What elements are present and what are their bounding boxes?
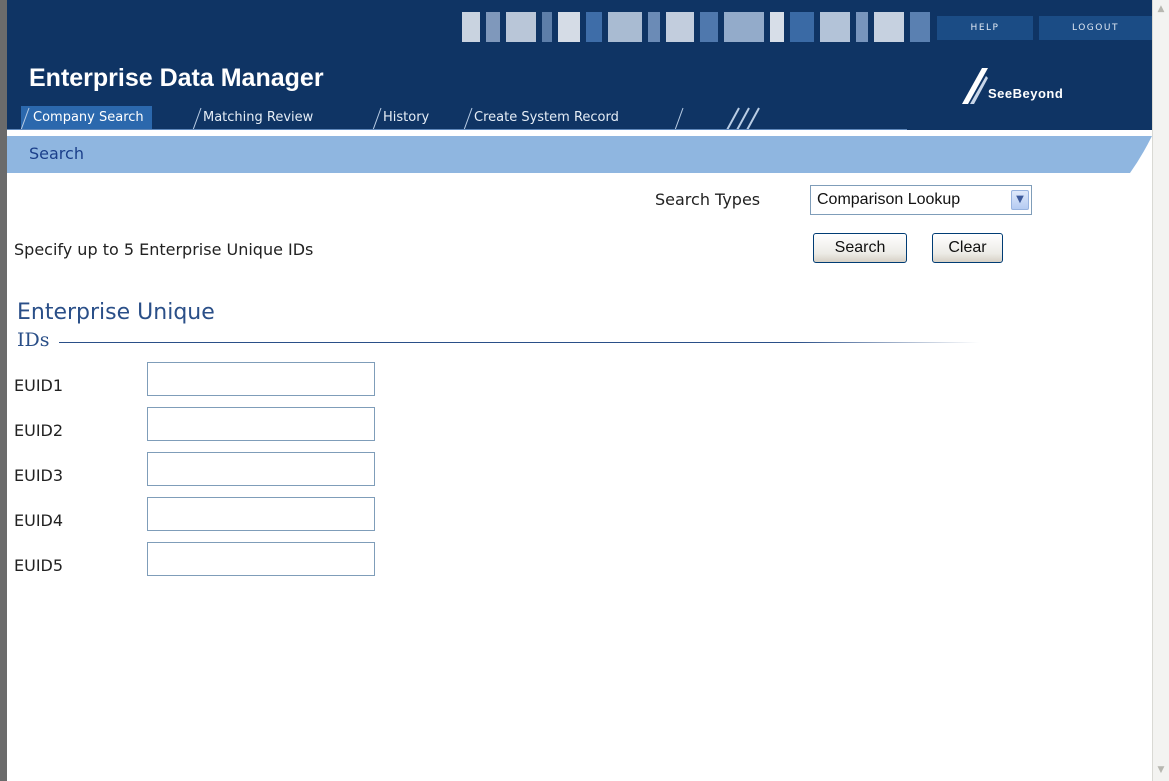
- search-types-label: Search Types: [655, 190, 761, 209]
- main-tabs: Company Search Matching Review History C…: [7, 106, 907, 130]
- seebeyond-logo: SeeBeyond: [960, 66, 1150, 106]
- scroll-up-icon[interactable]: ▲: [1155, 2, 1167, 16]
- search-types-select[interactable]: Comparison Lookup ▼: [810, 185, 1032, 215]
- help-link[interactable]: HELP: [937, 16, 1033, 40]
- tab-matching-review[interactable]: Matching Review: [203, 106, 313, 130]
- page-viewport: HELP LOGOUT Enterprise Data Manager SeeB…: [7, 0, 1152, 781]
- search-button[interactable]: Search: [813, 233, 907, 263]
- tab-company-search[interactable]: Company Search: [21, 106, 152, 130]
- euid5-label: EUID5: [14, 556, 64, 575]
- section-bar: Search: [7, 136, 1152, 173]
- logo-wordmark: SeeBeyond: [988, 86, 1064, 101]
- section-bar-title: Search: [29, 144, 84, 163]
- euid3-label: EUID3: [14, 466, 64, 485]
- euid5-field[interactable]: [147, 542, 375, 576]
- browser-frame: HELP LOGOUT Enterprise Data Manager SeeB…: [0, 0, 1169, 781]
- search-instruction: Specify up to 5 Enterprise Unique IDs: [14, 240, 314, 259]
- euid2-label: EUID2: [14, 421, 64, 440]
- logo-swoosh-icon: [962, 68, 988, 104]
- tab-history[interactable]: History: [383, 106, 429, 130]
- section-divider: [59, 342, 979, 343]
- decorative-stripes: [462, 12, 962, 42]
- euid3-field[interactable]: [147, 452, 375, 486]
- section-title-continued: IDs: [17, 329, 50, 351]
- logout-link[interactable]: LOGOUT: [1039, 16, 1152, 40]
- section-title: Enterprise Unique: [17, 300, 215, 325]
- search-types-value: Comparison Lookup: [817, 191, 961, 208]
- vertical-scrollbar[interactable]: ▲ ▼: [1152, 0, 1169, 781]
- euid4-label: EUID4: [14, 511, 64, 530]
- scroll-down-icon[interactable]: ▼: [1155, 763, 1167, 777]
- tab-create-system-record[interactable]: Create System Record: [474, 106, 619, 130]
- euid1-label: EUID1: [14, 376, 64, 395]
- window-left-border: [0, 0, 7, 781]
- section-bar-corner: [1130, 136, 1152, 173]
- utility-links: HELP LOGOUT: [937, 16, 1152, 40]
- euid4-field[interactable]: [147, 497, 375, 531]
- euid2-field[interactable]: [147, 407, 375, 441]
- chevron-down-icon[interactable]: ▼: [1011, 190, 1029, 210]
- euid1-field[interactable]: [147, 362, 375, 396]
- app-header: HELP LOGOUT Enterprise Data Manager SeeB…: [7, 0, 1152, 130]
- app-title: Enterprise Data Manager: [29, 64, 324, 92]
- clear-button[interactable]: Clear: [932, 233, 1003, 263]
